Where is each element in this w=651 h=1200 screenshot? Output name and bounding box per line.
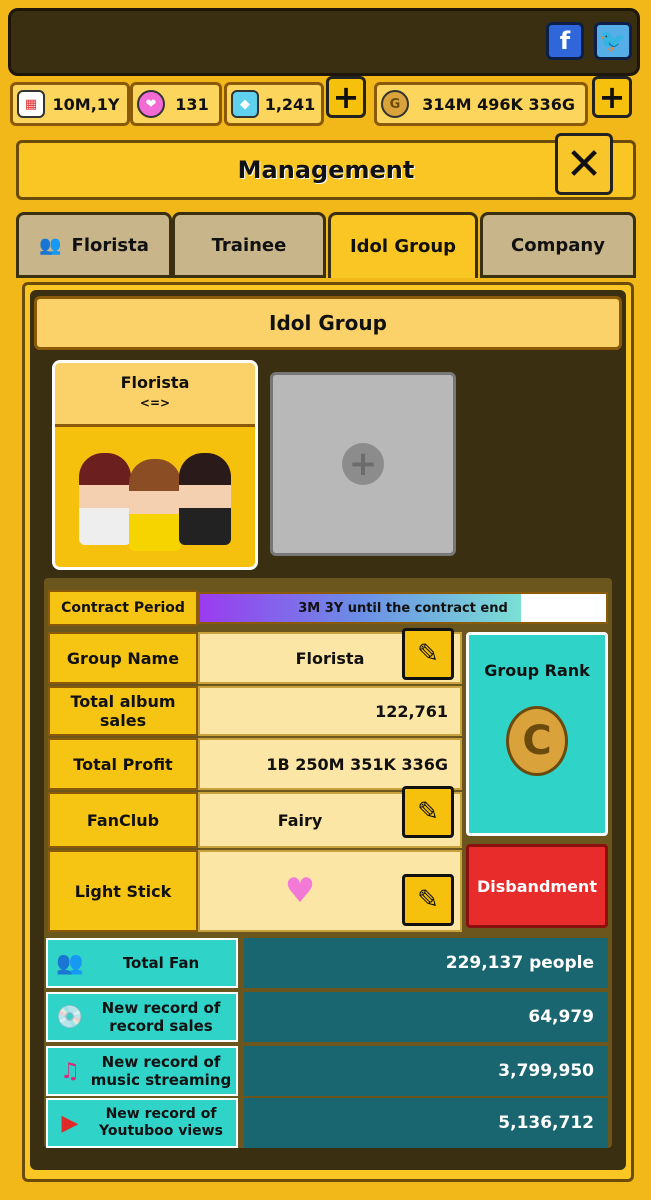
group-name-label: Group Name [48,632,198,684]
group-rank-label: Group Rank [484,661,590,680]
buy-gold-button[interactable]: + [592,76,632,118]
edit-fanclub-button[interactable]: ✎ [402,786,454,838]
swap-arrows-icon: <=> [139,396,171,410]
page-title: Management [16,140,636,200]
stat-youtuboo-views-value: 5,136,712 [244,1098,608,1148]
plus-circle-icon: + [342,443,384,485]
close-button[interactable]: ✕ [555,133,613,195]
heart-coin-icon: ❤ [137,90,165,118]
group-rank-panel: Group Rank C [466,632,608,836]
tab-florista[interactable]: 👥 Florista [16,212,172,278]
fanclub-label: FanClub [48,792,198,848]
facebook-icon: f [559,27,571,55]
stat-total-fan-label: 👥 Total Fan [46,938,238,988]
album-sales-value: 122,761 [198,686,462,736]
buy-gems-button[interactable]: + [326,76,366,118]
tab-idol-group[interactable]: Idol Group [328,212,478,278]
pencil-icon: ✎ [417,797,439,827]
plus-icon: + [598,78,626,116]
date-display: ▦ 10M,1Y [10,82,130,126]
gem-icon: ◆ [231,90,259,118]
heart-lightstick-icon: ♥ [284,871,316,911]
disc-icon: 💿 [56,1004,84,1030]
tab-trainee[interactable]: Trainee [172,212,326,278]
play-button-icon: ▶ [61,1110,79,1136]
contract-period-label: Contract Period [48,590,198,626]
edit-group-name-button[interactable]: ✎ [402,628,454,680]
stat-record-sales-value: 64,979 [244,992,608,1042]
add-group-slot[interactable]: + [270,372,456,556]
music-note-icon: ♫ [60,1058,80,1084]
bird-icon: 🐦 [599,28,627,54]
group-members-image [73,443,243,553]
edit-light-stick-button[interactable]: ✎ [402,874,454,926]
pencil-icon: ✎ [417,885,439,915]
calendar-icon: ▦ [17,90,45,118]
gold-display: G 314M 496K 336G [374,82,588,126]
pencil-icon: ✎ [417,639,439,669]
total-profit-value: 1B 250M 351K 336G [198,738,462,790]
stat-music-streaming-label: ♫ New record of music streaming [46,1046,238,1096]
light-stick-label: Light Stick [48,850,198,932]
hearts-display: ❤ 131 [130,82,222,126]
stat-record-sales-label: 💿 New record of record sales [46,992,238,1042]
album-sales-label: Total album sales [48,686,198,736]
stat-youtuboo-views-label: ▶ New record of Youtuboo views [46,1098,238,1148]
close-icon: ✕ [565,138,603,190]
plus-icon: + [332,78,360,116]
fans-icon: 👥 [56,950,84,976]
group-card-florista[interactable]: Florista <=> [52,360,258,570]
gems-display: ◆ 1,241 [224,82,324,126]
group-card-name: Florista [120,373,190,392]
tab-company[interactable]: Company [480,212,636,278]
contract-progress-bar: 3M 3Y until the contract end [198,592,608,624]
group-icon: 👥 [39,234,62,256]
disbandment-button[interactable]: Disbandment [466,844,608,928]
section-title: Idol Group [34,296,622,350]
facebook-button[interactable]: f [546,22,584,60]
total-profit-label: Total Profit [48,738,198,790]
stat-total-fan-value: 229,137 people [244,938,608,988]
gold-coin-icon: G [381,90,409,118]
twitter-button[interactable]: 🐦 [594,22,632,60]
contract-progress-text: 3M 3Y until the contract end [298,600,508,616]
stat-music-streaming-value: 3,799,950 [244,1046,608,1096]
rank-coin-icon: C [506,706,568,776]
